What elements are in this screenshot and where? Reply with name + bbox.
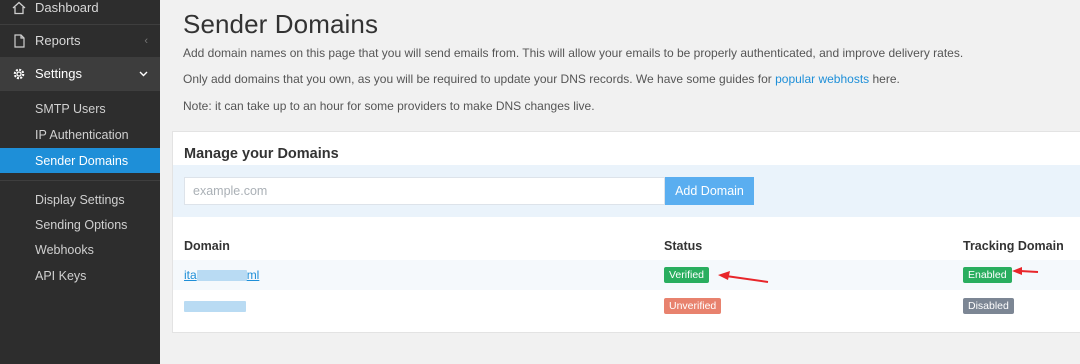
divider xyxy=(0,90,160,91)
popular-webhosts-link[interactable]: popular webhosts xyxy=(775,72,869,86)
domain-text-end: ml xyxy=(246,268,260,282)
status-badge: Verified xyxy=(664,267,710,283)
annotation-arrow-icon xyxy=(1012,267,1039,275)
page-title: Sender Domains xyxy=(183,9,379,39)
column-header-tracking-domain: Tracking Domain xyxy=(963,239,1064,253)
sidebar-item-smtp-users[interactable]: SMTP Users xyxy=(0,96,160,121)
sidebar: Dashboard Reports ‹ Settings SMTP Users … xyxy=(0,0,160,364)
chevron-down-icon xyxy=(139,68,148,80)
document-icon xyxy=(12,33,26,48)
nav-settings[interactable]: Settings xyxy=(0,57,160,90)
dns-text-end: here. xyxy=(869,72,900,86)
redacted-text xyxy=(184,301,246,313)
add-domain-button[interactable]: Add Domain xyxy=(665,177,754,205)
column-header-domain: Domain xyxy=(184,239,230,253)
nav-reports-label: Reports xyxy=(35,33,81,48)
dns-text: Only add domains that you own, as you wi… xyxy=(183,72,776,86)
nav-dashboard-label: Dashboard xyxy=(35,0,99,15)
status-badge: Unverified xyxy=(664,298,722,314)
domain-link[interactable]: ita ml xyxy=(184,268,259,282)
page-description-dns: Only add domains that you own, as you wi… xyxy=(183,72,900,86)
table-row: ita ml Verified Enabled xyxy=(173,260,1080,290)
tracking-badge[interactable]: Enabled xyxy=(963,267,1012,283)
manage-domains-panel: Manage your Domains Add Domain Domain St… xyxy=(172,131,1080,333)
page-note: Note: it can take up to an hour for some… xyxy=(183,99,595,113)
column-header-status: Status xyxy=(664,239,703,253)
domain-input[interactable] xyxy=(184,177,665,205)
panel-title: Manage your Domains xyxy=(184,146,339,162)
sidebar-item-sender-domains[interactable]: Sender Domains xyxy=(0,148,160,173)
sidebar-item-display-settings[interactable]: Display Settings xyxy=(0,187,160,212)
page-description: Add domain names on this page that you w… xyxy=(183,46,964,60)
home-icon xyxy=(12,1,26,15)
sidebar-item-webhooks[interactable]: Webhooks xyxy=(0,237,160,262)
sidebar-item-sending-options[interactable]: Sending Options xyxy=(0,212,160,237)
tracking-badge[interactable]: Disabled xyxy=(963,298,1014,314)
sidebar-item-ip-authentication[interactable]: IP Authentication xyxy=(0,122,160,147)
sidebar-item-api-keys[interactable]: API Keys xyxy=(0,263,160,288)
nav-reports[interactable]: Reports ‹ xyxy=(0,24,160,57)
domain-link[interactable] xyxy=(184,299,246,313)
divider xyxy=(0,180,160,181)
add-domain-form: Add Domain xyxy=(173,165,1080,217)
table-row: Unverified Disabled xyxy=(173,291,1080,321)
chevron-left-icon: ‹ xyxy=(144,34,148,47)
redacted-text xyxy=(196,270,247,282)
gear-icon xyxy=(12,67,26,81)
annotation-arrow-icon xyxy=(718,271,769,283)
nav-dashboard[interactable]: Dashboard xyxy=(0,0,160,24)
nav-settings-label: Settings xyxy=(35,66,82,81)
domain-text-start: ita xyxy=(184,268,197,282)
